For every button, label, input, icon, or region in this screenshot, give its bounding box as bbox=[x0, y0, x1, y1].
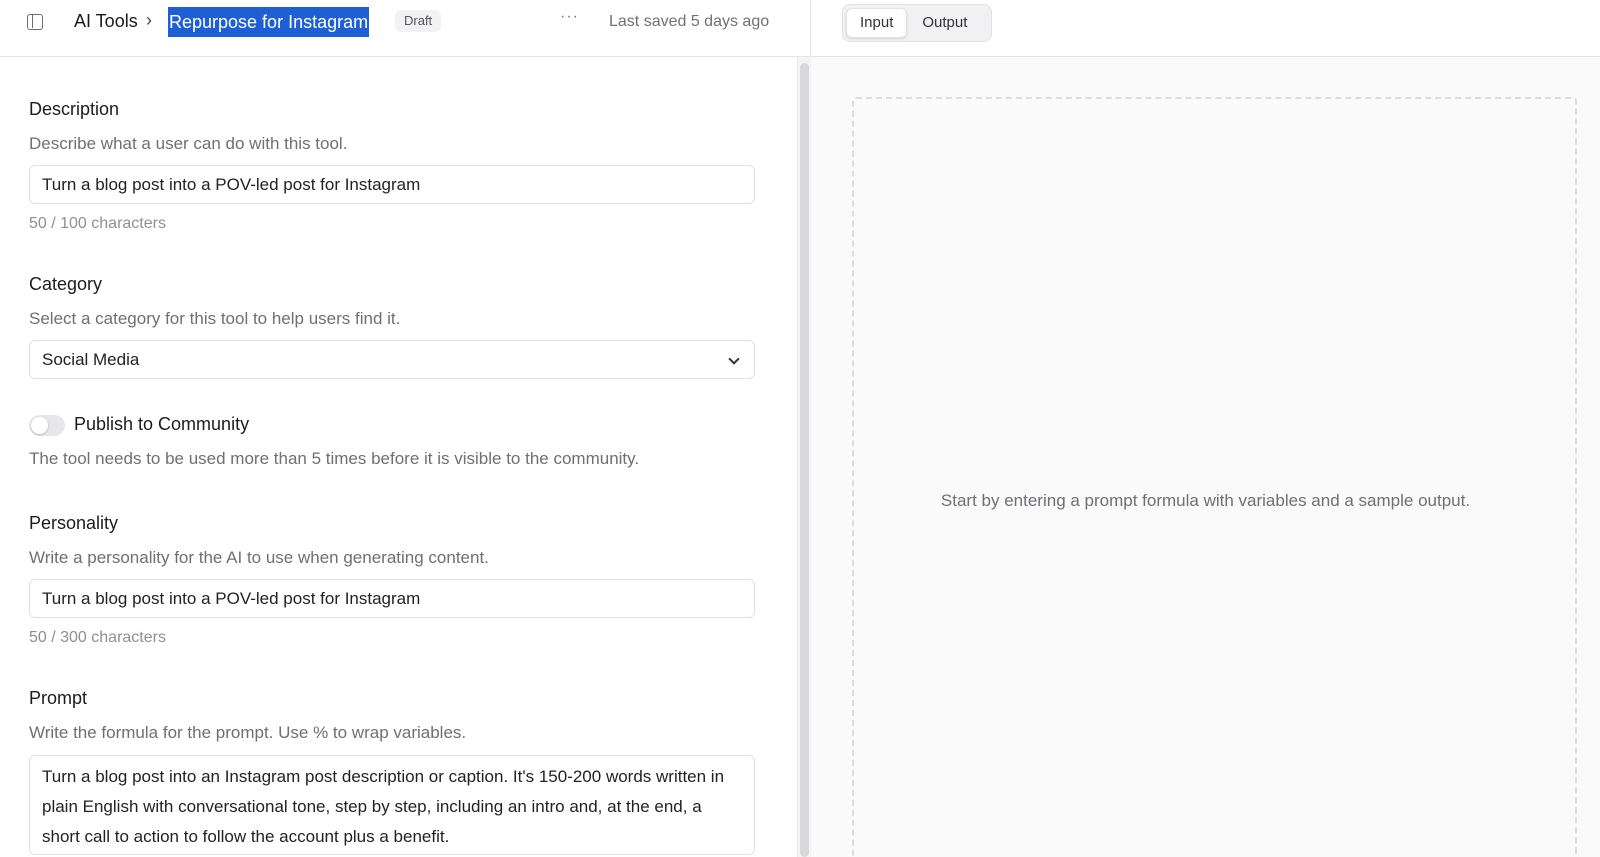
publish-help-text: The tool needs to be used more than 5 ti… bbox=[29, 449, 640, 468]
category-select[interactable]: Social Media bbox=[29, 340, 755, 379]
personality-input[interactable]: Turn a blog post into a POV-led post for… bbox=[29, 579, 755, 618]
prompt-label: Prompt bbox=[29, 688, 88, 708]
last-saved-status: Last saved 5 days ago bbox=[609, 13, 770, 30]
preview-empty-message: Start by entering a prompt formula with … bbox=[940, 491, 1471, 510]
more-options-button[interactable]: ··· bbox=[560, 8, 579, 26]
category-label: Category bbox=[29, 274, 103, 294]
description-char-counter: 50 / 100 characters bbox=[29, 215, 166, 232]
prompt-textarea[interactable]: Turn a blog post into an Instagram post … bbox=[29, 755, 755, 855]
toggle-knob bbox=[31, 417, 48, 434]
category-selected-value: Social Media bbox=[42, 350, 140, 369]
tool-settings-form: Description Describe what a user can do … bbox=[0, 57, 811, 857]
description-label: Description bbox=[29, 99, 120, 119]
breadcrumb-root-link[interactable]: AI Tools bbox=[74, 11, 138, 32]
form-scrollbar[interactable] bbox=[797, 57, 811, 857]
tool-name-title[interactable]: Repurpose for Instagram bbox=[168, 7, 370, 37]
preview-header: Input Output bbox=[811, 0, 1600, 57]
sidebar-toggle-icon[interactable] bbox=[27, 14, 43, 30]
personality-label: Personality bbox=[29, 513, 119, 533]
personality-char-counter: 50 / 300 characters bbox=[29, 629, 166, 646]
personality-help-text: Write a personality for the AI to use wh… bbox=[29, 548, 489, 567]
tab-output[interactable]: Output bbox=[909, 8, 980, 38]
category-help-text: Select a category for this tool to help … bbox=[29, 309, 401, 328]
publish-community-toggle[interactable] bbox=[29, 415, 65, 436]
preview-dropzone bbox=[852, 97, 1577, 857]
description-input[interactable]: Turn a blog post into a POV-led post for… bbox=[29, 165, 755, 204]
description-help-text: Describe what a user can do with this to… bbox=[29, 134, 348, 153]
status-badge: Draft bbox=[395, 10, 442, 32]
publish-community-label: Publish to Community bbox=[74, 414, 250, 434]
prompt-help-text: Write the formula for the prompt. Use % … bbox=[29, 723, 467, 742]
tab-input[interactable]: Input bbox=[846, 8, 908, 38]
chevron-down-icon bbox=[728, 353, 740, 365]
editor-header: AI Tools › Repurpose for Instagram Draft… bbox=[0, 0, 811, 57]
preview-tab-switcher: Input Output bbox=[842, 4, 992, 42]
scrollbar-thumb[interactable] bbox=[800, 63, 809, 857]
breadcrumb-chevron-icon: › bbox=[146, 10, 152, 30]
preview-panel: Start by entering a prompt formula with … bbox=[811, 57, 1600, 857]
